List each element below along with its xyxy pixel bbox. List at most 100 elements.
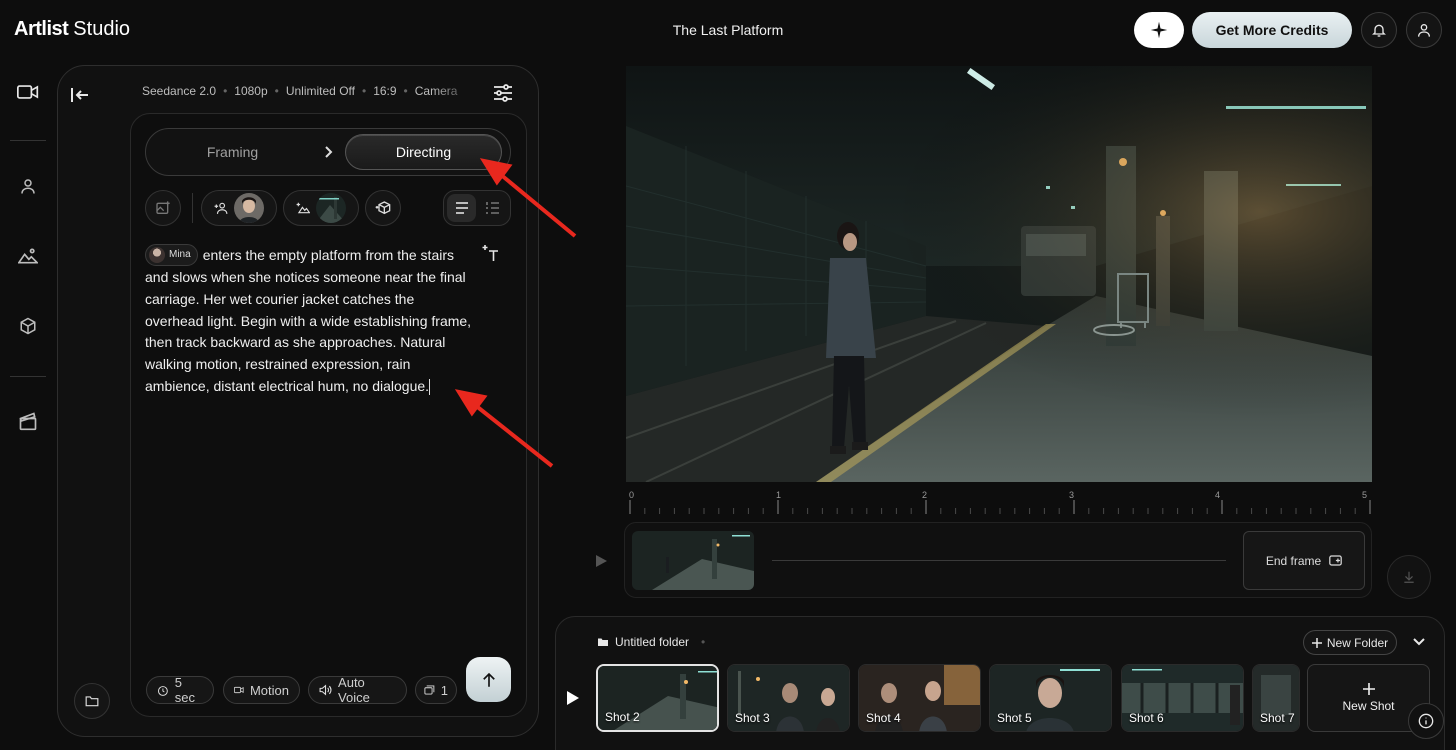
character-mention-tag[interactable]: Mina — [145, 244, 198, 267]
app-logo[interactable]: Artlist Studio — [14, 18, 130, 41]
rail-divider — [10, 376, 46, 377]
rail-scenes[interactable] — [12, 405, 44, 437]
tab-framing[interactable]: Framing — [160, 144, 305, 160]
mention-label: Mina — [169, 249, 191, 261]
prompt-text-area[interactable]: Mina enters the empty platform from the s… — [145, 244, 475, 398]
add-object-button[interactable] — [365, 190, 401, 226]
auto-voice-label: Auto Voice — [338, 675, 370, 705]
stack-icon — [424, 685, 435, 695]
add-character-button[interactable] — [201, 190, 277, 226]
chevron-right-icon — [325, 146, 333, 158]
end-frame-slot[interactable]: End frame — [1243, 531, 1365, 590]
paragraph-view-button[interactable] — [447, 194, 476, 222]
end-frame-label: End frame — [1265, 553, 1322, 568]
rail-locations[interactable] — [12, 240, 44, 272]
add-cube-icon — [375, 201, 391, 215]
location-thumbnail[interactable] — [316, 193, 346, 223]
image-add-icon — [156, 201, 170, 214]
plus-icon — [1362, 683, 1375, 695]
separator-dot: • — [701, 635, 706, 649]
folder-icon — [598, 638, 608, 646]
download-icon — [1404, 571, 1414, 583]
brand-name: Artlist — [14, 18, 69, 40]
mention-avatar — [149, 247, 165, 264]
generate-button[interactable] — [466, 657, 511, 702]
start-frame-thumbnail[interactable] — [632, 531, 754, 590]
shot-card[interactable]: Shot 2 — [596, 664, 719, 732]
model-label: Seedance 2.0 — [142, 84, 217, 98]
shot-label: Shot 4 — [866, 711, 901, 725]
prompt-text: enters the empty platform from the stair… — [145, 247, 472, 394]
video-camera-icon — [17, 85, 39, 99]
text-enhance-icon[interactable] — [482, 244, 500, 262]
text-cursor — [429, 379, 431, 396]
ruler-tick-label: 3 — [1069, 490, 1075, 500]
play-icon[interactable] — [594, 554, 608, 568]
notifications-button[interactable] — [1361, 12, 1397, 48]
ruler-tick-label: 4 — [1215, 490, 1221, 500]
timeline-ruler[interactable] — [626, 488, 1372, 518]
new-folder-button[interactable]: New Folder — [1303, 630, 1397, 655]
folder-name-label: Untitled folder — [615, 635, 690, 649]
unlimited-label: Unlimited Off — [285, 84, 355, 98]
ruler-tick-label: 1 — [776, 490, 782, 500]
collapse-panel-icon[interactable] — [70, 86, 90, 104]
play-all-icon[interactable] — [566, 690, 580, 706]
add-location-button[interactable] — [283, 190, 359, 226]
folder-icon — [85, 696, 99, 707]
rail-characters[interactable] — [12, 170, 44, 202]
shot-label: Shot 2 — [605, 710, 640, 724]
add-landscape-icon — [296, 202, 310, 214]
aspect-ratio-label: 16:9 — [373, 84, 397, 98]
speaker-icon — [319, 684, 332, 696]
arrow-up-icon — [482, 672, 495, 687]
prompt-view-toggle — [443, 190, 511, 226]
lines-icon — [455, 202, 468, 214]
ai-assist-button[interactable] — [1134, 12, 1184, 48]
video-preview[interactable] — [626, 66, 1372, 482]
user-icon — [1418, 24, 1430, 37]
character-avatar[interactable] — [234, 193, 264, 223]
shot-card[interactable]: Shot 5 — [989, 664, 1112, 732]
profile-button[interactable] — [1406, 12, 1442, 48]
numbered-list-icon — [485, 202, 499, 214]
download-button[interactable] — [1387, 555, 1431, 599]
subway-platform-scene — [626, 66, 1372, 482]
duration-label: 5 sec — [174, 675, 196, 705]
clapperboard-icon — [19, 412, 37, 431]
get-more-credits-button[interactable]: Get More Credits — [1192, 12, 1352, 48]
settings-sliders-icon[interactable] — [493, 84, 513, 102]
cube-icon — [20, 317, 36, 335]
auto-voice-chip[interactable]: Auto Voice — [308, 675, 407, 705]
generation-settings-summary[interactable]: Seedance 2.0 • 1080p • Unlimited Off • 16:9… — [142, 84, 482, 98]
shot-card[interactable]: Shot 3 — [727, 664, 850, 732]
video-camera-icon — [234, 686, 244, 694]
info-button[interactable] — [1408, 703, 1444, 739]
motion-label: Motion — [249, 682, 289, 698]
library-button[interactable] — [74, 683, 110, 719]
shot-label: Shot 5 — [997, 711, 1032, 725]
rail-video[interactable] — [12, 76, 44, 108]
rail-divider — [10, 140, 46, 141]
shot-card[interactable]: Shot 7 — [1252, 664, 1300, 732]
rail-objects[interactable] — [12, 310, 44, 342]
motion-chip[interactable]: Motion — [223, 676, 300, 704]
shot-card[interactable]: Shot 6 — [1121, 664, 1244, 732]
add-image-button[interactable] — [145, 190, 181, 226]
output-count-label: 1 — [440, 682, 448, 698]
timer-icon — [157, 685, 168, 696]
list-view-button[interactable] — [478, 194, 507, 222]
output-count-chip[interactable]: 1 — [415, 676, 457, 704]
separator-dot: • — [223, 84, 228, 98]
chevron-down-icon[interactable] — [1412, 636, 1426, 648]
shot-label: Shot 6 — [1129, 711, 1164, 725]
bell-icon — [1372, 24, 1386, 37]
sparkle-icon — [1150, 21, 1168, 39]
duration-chip[interactable]: 5 sec — [146, 675, 214, 705]
new-shot-label: New Shot — [1342, 699, 1395, 713]
shot-card[interactable]: Shot 4 — [858, 664, 981, 732]
folder-selector[interactable]: Untitled folder • — [597, 635, 705, 649]
tab-directing[interactable]: Directing — [345, 134, 502, 170]
toolbar-divider — [192, 193, 193, 223]
shot-label: Shot 3 — [735, 711, 770, 725]
